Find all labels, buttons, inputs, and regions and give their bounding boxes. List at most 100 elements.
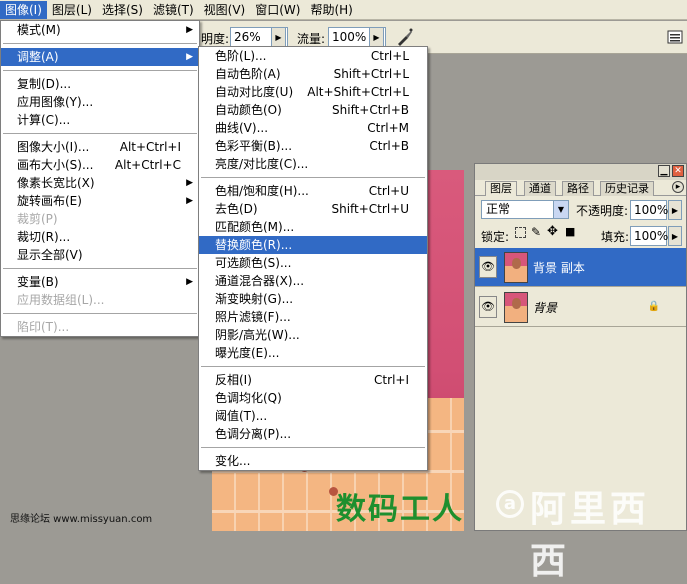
tab-channels[interactable]: 通道 [524,181,556,196]
lock-all-icon[interactable]: ■ [565,225,575,238]
menu-item[interactable]: 自动色阶(A) Shift+Ctrl+L [199,65,427,83]
panel-title-bar: ▁ ✕ [475,164,686,180]
menu-item[interactable]: 画布大小(S)... Alt+Ctrl+C [1,156,199,174]
fill-spin[interactable]: ▶ [668,226,682,246]
menubar-item[interactable]: 帮助(H) [305,1,357,19]
menu-item[interactable]: 阴影/高光(W)... [199,326,427,344]
menu-item-label: 替换颜色(R)... [215,238,293,252]
tab-history[interactable]: 历史记录 [600,181,654,196]
layer-name: 背景 副本 [533,261,585,275]
menu-item-label: 曲线(V)... [215,121,269,135]
menubar-item[interactable]: 选择(S) [97,1,148,19]
layer-name: 背景 [533,301,558,315]
menu-item[interactable]: 可选颜色(S)... [199,254,427,272]
layer-opacity-label: 不透明度: [576,204,629,218]
menu-item[interactable]: 自动对比度(U) Alt+Shift+Ctrl+L [199,83,427,101]
menu-item-label: 色调分离(P)... [215,427,292,441]
menu-item[interactable]: 反相(I) Ctrl+I [199,371,427,389]
menu-item: 应用数据组(L)... [1,291,199,309]
menu-item: 裁剪(P) [1,210,199,228]
layer-row-background[interactable]: 👁 背景 🔒 [475,288,686,327]
menu-separator [3,43,197,44]
tab-paths[interactable]: 路径 [562,181,594,196]
menu-item-label: 曝光度(E)... [215,346,280,360]
menu-item[interactable]: 调整(A) ▶ [1,48,199,66]
blend-mode-select[interactable]: 正常 ▼ [481,200,569,219]
menu-separator [3,133,197,134]
menu-item[interactable]: 渐变映射(G)... [199,290,427,308]
layer-opacity-field[interactable]: 100% [630,200,668,220]
opacity-spin-button[interactable]: ▶ [271,27,286,47]
menu-item[interactable]: 裁切(R)... [1,228,199,246]
menu-item[interactable]: 像素长宽比(X) ▶ [1,174,199,192]
menu-item-shortcut: Alt+Ctrl+C [114,158,181,172]
menu-item[interactable]: 显示全部(V) [1,246,199,264]
menu-item[interactable]: 变量(B) ▶ [1,273,199,291]
menu-item-label: 显示全部(V) [17,248,83,262]
menu-bar: 图像(I) 图层(L) 选择(S) 滤镜(T) 视图(V) 窗口(W) 帮助(H) [0,0,687,20]
menu-item[interactable]: 去色(D) Shift+Ctrl+U [199,200,427,218]
menu-item[interactable]: 曝光度(E)... [199,344,427,362]
menu-item[interactable]: 曲线(V)... Ctrl+M [199,119,427,137]
airbrush-icon[interactable] [394,26,416,48]
menubar-item[interactable]: 滤镜(T) [148,1,199,19]
menu-item[interactable]: 照片滤镜(F)... [199,308,427,326]
menu-item[interactable]: 色调均化(Q) [199,389,427,407]
opacity-label: 明度: [201,32,230,46]
menu-item[interactable]: 匹配颜色(M)... [199,218,427,236]
eye-icon[interactable]: 👁 [479,296,497,318]
flow-spin-button[interactable]: ▶ [369,27,384,47]
lock-transparency-icon[interactable] [515,227,526,238]
submenu-arrow-icon: ▶ [186,178,193,188]
menu-item: 陷印(T)... [1,318,199,336]
menu-separator [201,447,425,448]
menubar-item[interactable]: 图层(L) [47,1,97,19]
logo-badge-icon: a [496,490,524,518]
panel-menu-icon[interactable]: ▸ [672,181,684,193]
menu-item-label: 匹配颜色(M)... [215,220,295,234]
menu-item-label: 复制(D)... [17,77,72,91]
menu-item[interactable]: 通道混合器(X)... [199,272,427,290]
submenu-arrow-icon: ▶ [186,277,193,287]
menu-item[interactable]: 变化... [199,452,427,470]
menu-item[interactable]: 色相/饱和度(H)... Ctrl+U [199,182,427,200]
menu-item[interactable]: 计算(C)... [1,111,199,129]
menu-item-shortcut: Ctrl+U [368,184,409,198]
close-icon[interactable]: ✕ [672,165,684,177]
menu-item-shortcut: Alt+Ctrl+I [119,140,181,154]
menu-item[interactable]: 复制(D)... [1,75,199,93]
tab-layers[interactable]: 图层 [485,181,517,196]
menu-item-label: 变化... [215,454,251,468]
menu-item-shortcut: Shift+Ctrl+B [332,103,409,117]
menu-item[interactable]: 图像大小(I)... Alt+Ctrl+I [1,138,199,156]
menu-item[interactable]: 应用图像(Y)... [1,93,199,111]
menubar-item[interactable]: 视图(V) [199,1,251,19]
palette-well-icon[interactable] [664,26,686,48]
blend-row: 正常 ▼ 不透明度: 100% ▶ [475,196,686,222]
menu-item[interactable]: 亮度/对比度(C)... [199,155,427,173]
lock-move-icon[interactable]: ✥ [547,224,558,239]
eye-icon[interactable]: 👁 [479,256,497,278]
menu-item[interactable]: 自动颜色(O) Shift+Ctrl+B [199,101,427,119]
minimize-icon[interactable]: ▁ [658,165,670,177]
menu-item[interactable]: 色彩平衡(B)... Ctrl+B [199,137,427,155]
menu-item[interactable]: 色阶(L)... Ctrl+L [199,47,427,65]
lock-row: 锁定: ✎ ✥ ■ 填充: 100% ▶ [475,222,686,248]
lock-brush-icon[interactable]: ✎ [531,225,541,239]
submenu-arrow-icon: ▶ [186,25,193,35]
menu-item-label: 可选颜色(S)... [215,256,292,270]
menu-item[interactable]: 模式(M) ▶ [1,21,199,39]
menu-item[interactable]: 色调分离(P)... [199,425,427,443]
menu-item[interactable]: 旋转画布(E) ▶ [1,192,199,210]
menubar-item[interactable]: 图像(I) [0,0,47,19]
menu-item[interactable]: 替换颜色(R)... [199,236,427,254]
layer-opacity-spin[interactable]: ▶ [668,200,682,220]
menu-item-label: 色彩平衡(B)... [215,139,293,153]
menu-item-label: 色阶(L)... [215,49,267,63]
menu-item-shortcut: Ctrl+B [369,139,409,153]
menu-item-shortcut: Shift+Ctrl+L [333,67,409,81]
layer-row-background-copy[interactable]: 👁 背景 副本 [475,248,686,287]
menubar-item[interactable]: 窗口(W) [250,1,305,19]
menu-item[interactable]: 阈值(T)... [199,407,427,425]
fill-field[interactable]: 100% [630,226,668,246]
